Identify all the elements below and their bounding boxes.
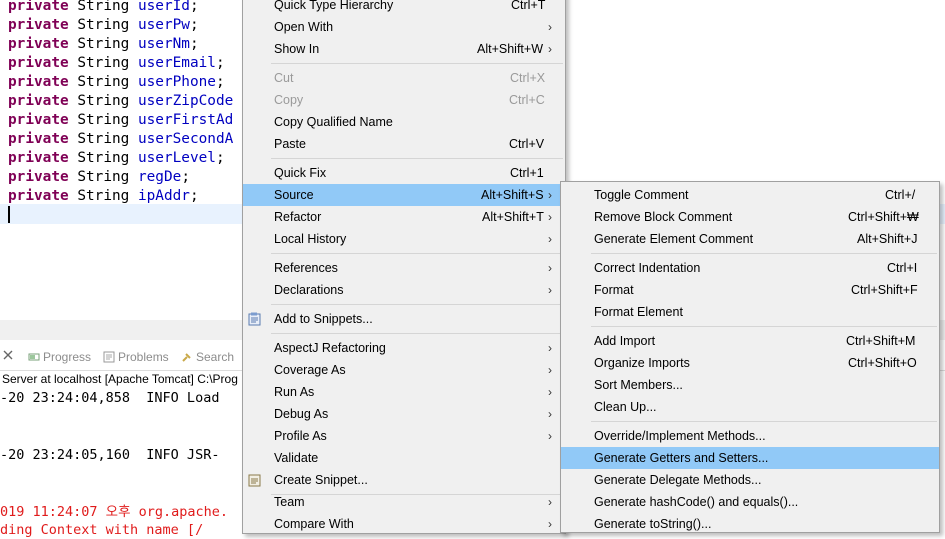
menu-separator bbox=[271, 253, 563, 254]
menu-separator bbox=[271, 333, 563, 334]
console-line: -20 23:24:05,160 INFO JSR- bbox=[0, 447, 220, 463]
menu-separator bbox=[271, 158, 563, 159]
menu-item-format[interactable]: Format Ctrl+Shift+F bbox=[561, 279, 939, 301]
chevron-right-icon: › bbox=[548, 210, 552, 224]
menu-item-generate-tostring[interactable]: Generate toString()... bbox=[561, 513, 939, 535]
menu-item-validate[interactable]: Validate bbox=[243, 447, 565, 469]
code-line[interactable]: private String userEmail; bbox=[8, 54, 225, 73]
menu-item-profile-as[interactable]: Profile As › bbox=[243, 425, 565, 447]
menu-item-generate-delegate-methods[interactable]: Generate Delegate Methods... bbox=[561, 469, 939, 491]
menu-item-refactor[interactable]: Refactor Alt+Shift+T › bbox=[243, 206, 565, 228]
menu-item-aspectj-refactoring[interactable]: AspectJ Refactoring › bbox=[243, 337, 565, 359]
problems-icon bbox=[103, 351, 115, 363]
menu-item-override-implement-methods[interactable]: Override/Implement Methods... bbox=[561, 425, 939, 447]
menu-item-debug-as[interactable]: Debug As › bbox=[243, 403, 565, 425]
chevron-right-icon: › bbox=[548, 283, 552, 297]
menu-item-cut[interactable]: Cut Ctrl+X bbox=[243, 67, 565, 89]
menu-item-declarations[interactable]: Declarations › bbox=[243, 279, 565, 301]
code-line[interactable]: private String userPhone; bbox=[8, 73, 225, 92]
menu-item-quick-fix[interactable]: Quick Fix Ctrl+1 bbox=[243, 162, 565, 184]
code-line[interactable]: private String userLevel; bbox=[8, 149, 225, 168]
code-line[interactable]: private String ipAddr; bbox=[8, 187, 199, 206]
menu-item-team[interactable]: Team › bbox=[243, 491, 565, 513]
chevron-right-icon: › bbox=[548, 232, 552, 246]
menu-item-run-as[interactable]: Run As › bbox=[243, 381, 565, 403]
progress-icon bbox=[28, 353, 40, 361]
menu-item-correct-indentation[interactable]: Correct Indentation Ctrl+I bbox=[561, 257, 939, 279]
source-submenu: Toggle Comment Ctrl+/ Remove Block Commen… bbox=[560, 181, 940, 533]
tab-progress[interactable]: Progress bbox=[28, 349, 91, 365]
tab-search[interactable]: Search bbox=[181, 349, 234, 365]
chevron-right-icon: › bbox=[548, 429, 552, 443]
menu-item-paste[interactable]: Paste Ctrl+V bbox=[243, 133, 565, 155]
menu-item-copy[interactable]: Copy Ctrl+C bbox=[243, 89, 565, 111]
chevron-right-icon: › bbox=[548, 385, 552, 399]
text-caret bbox=[8, 206, 10, 223]
menu-item-toggle-comment[interactable]: Toggle Comment Ctrl+/ bbox=[561, 184, 939, 206]
menu-item-open-with[interactable]: Open With › bbox=[243, 16, 565, 38]
menu-item-remove-block-comment[interactable]: Remove Block Comment Ctrl+Shift+₩ bbox=[561, 206, 939, 228]
snippet-icon bbox=[248, 312, 261, 326]
menu-item-local-history[interactable]: Local History › bbox=[243, 228, 565, 250]
console-line: ding Context with name [/ bbox=[0, 522, 204, 538]
console-title: Server at localhost [Apache Tomcat] C:\P… bbox=[2, 372, 238, 386]
chevron-right-icon: › bbox=[548, 517, 552, 531]
menu-separator bbox=[591, 253, 937, 254]
menu-item-show-in[interactable]: Show In Alt+Shift+W › bbox=[243, 38, 565, 60]
menu-separator bbox=[271, 304, 563, 305]
menu-item-create-snippet[interactable]: Create Snippet... bbox=[243, 469, 565, 491]
menu-item-organize-imports[interactable]: Organize Imports Ctrl+Shift+O bbox=[561, 352, 939, 374]
menu-item-clean-up[interactable]: Clean Up... bbox=[561, 396, 939, 418]
console-line: 019 11:24:07 오후 org.apache. bbox=[0, 504, 229, 520]
menu-item-quick-type-hierarchy[interactable]: Quick Type Hierarchy Ctrl+T bbox=[243, 0, 565, 16]
context-menu: Quick Type Hierarchy Ctrl+T Open With › Sh… bbox=[242, 0, 566, 534]
code-line[interactable]: private String userSecondA bbox=[8, 130, 233, 149]
tab-problems[interactable]: Problems bbox=[103, 349, 169, 365]
chevron-right-icon: › bbox=[548, 363, 552, 377]
menu-item-format-element[interactable]: Format Element bbox=[561, 301, 939, 323]
chevron-right-icon: › bbox=[548, 495, 552, 509]
snippet-icon bbox=[248, 474, 261, 487]
close-icon[interactable] bbox=[2, 349, 14, 365]
menu-separator bbox=[591, 421, 937, 422]
code-line[interactable]: private String userId; bbox=[8, 0, 199, 16]
code-line[interactable]: private String userFirstAd bbox=[8, 111, 233, 130]
code-line[interactable]: private String userZipCode bbox=[8, 92, 233, 111]
chevron-right-icon: › bbox=[548, 20, 552, 34]
code-line[interactable]: private String userNm; bbox=[8, 35, 199, 54]
chevron-right-icon: › bbox=[548, 407, 552, 421]
menu-item-references[interactable]: References › bbox=[243, 257, 565, 279]
menu-item-generate-hashcode-equals[interactable]: Generate hashCode() and equals()... bbox=[561, 491, 939, 513]
menu-separator bbox=[591, 326, 937, 327]
menu-item-add-to-snippets[interactable]: Add to Snippets... bbox=[243, 308, 565, 330]
search-icon bbox=[182, 353, 191, 362]
menu-item-add-import[interactable]: Add Import Ctrl+Shift+M bbox=[561, 330, 939, 352]
chevron-right-icon: › bbox=[548, 188, 552, 202]
code-line[interactable]: private String userPw; bbox=[8, 16, 199, 35]
menu-separator bbox=[271, 63, 563, 64]
menu-item-sort-members[interactable]: Sort Members... bbox=[561, 374, 939, 396]
menu-item-generate-getters-setters[interactable]: Generate Getters and Setters... bbox=[561, 447, 939, 469]
chevron-right-icon: › bbox=[548, 42, 552, 56]
chevron-right-icon: › bbox=[548, 341, 552, 355]
menu-item-generate-element-comment[interactable]: Generate Element Comment Alt+Shift+J bbox=[561, 228, 939, 250]
console-line: -20 23:24:04,858 INFO Load bbox=[0, 390, 220, 406]
menu-item-coverage-as[interactable]: Coverage As › bbox=[243, 359, 565, 381]
menu-item-compare-with[interactable]: Compare With › bbox=[243, 513, 565, 535]
menu-item-source[interactable]: Source Alt+Shift+S › bbox=[243, 184, 565, 206]
chevron-right-icon: › bbox=[548, 261, 552, 275]
menu-item-copy-qualified-name[interactable]: Copy Qualified Name bbox=[243, 111, 565, 133]
code-line[interactable]: private String regDe; bbox=[8, 168, 190, 187]
